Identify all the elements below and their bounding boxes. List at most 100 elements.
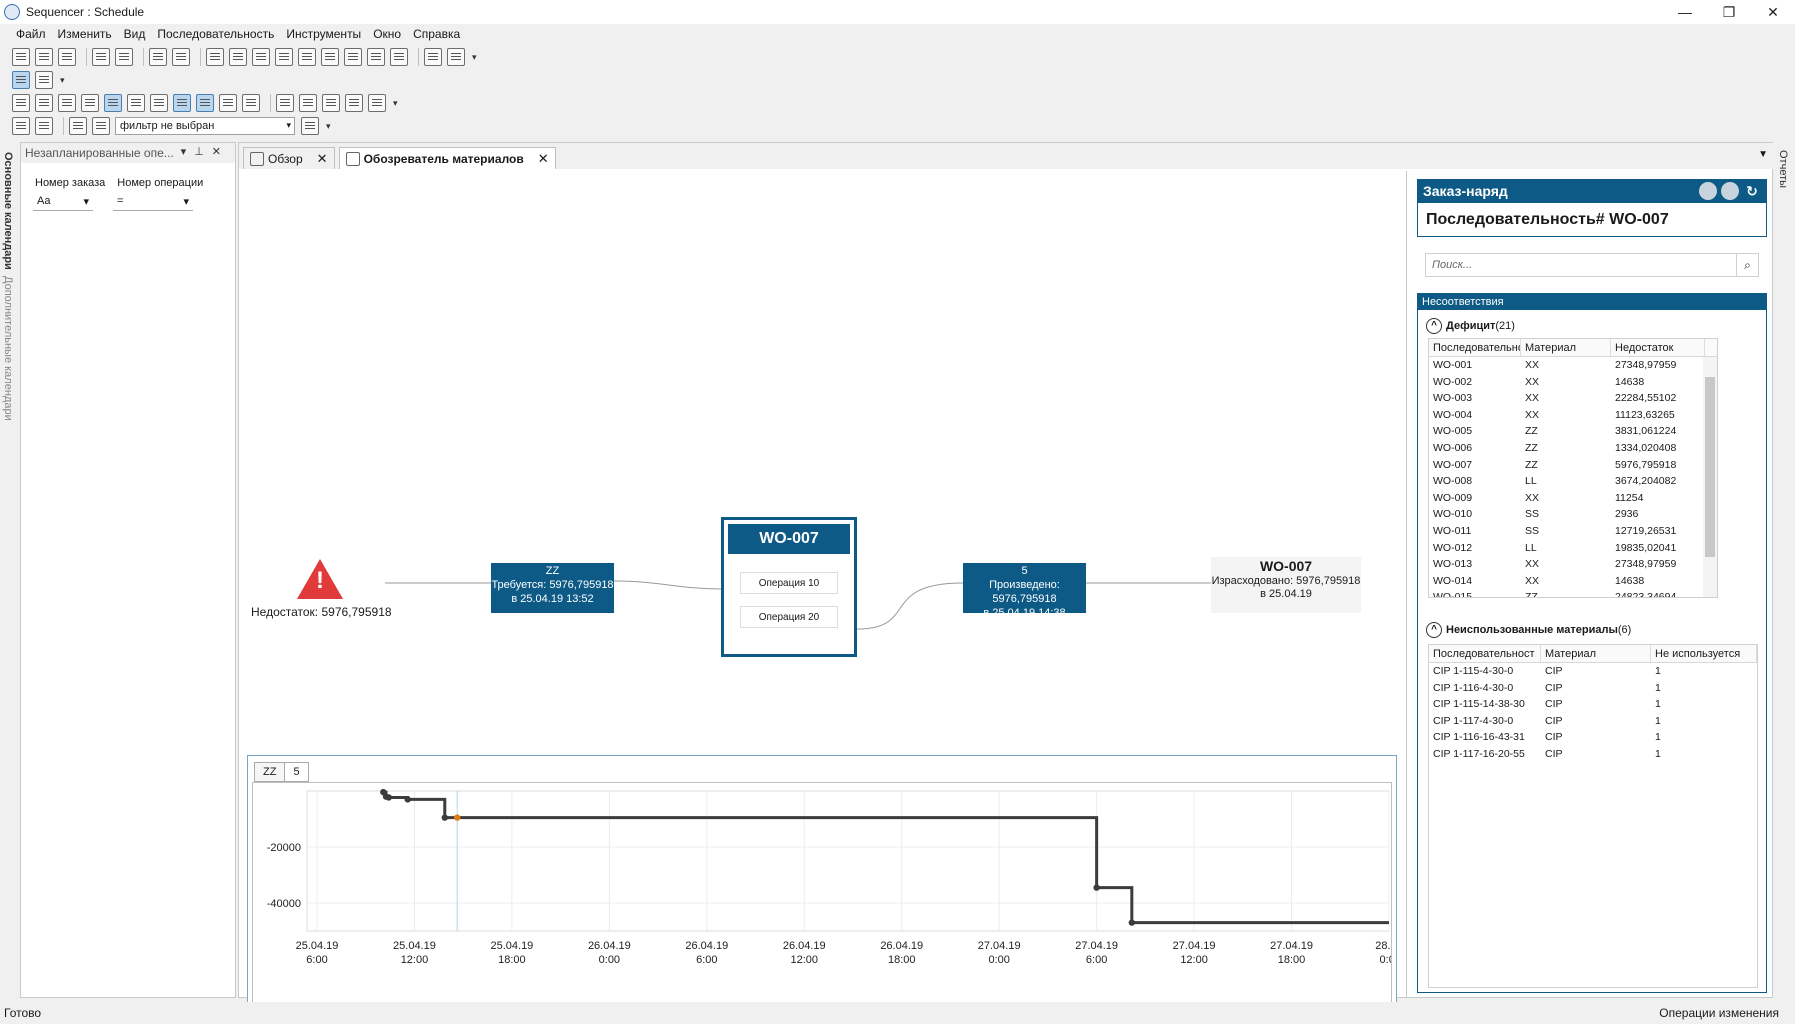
maximize-button[interactable]: ❐ — [1707, 0, 1751, 24]
column-header[interactable]: Последовательност — [1429, 645, 1541, 662]
filter-edit-icon[interactable] — [92, 117, 110, 135]
cube-icon[interactable] — [345, 94, 363, 112]
save-icon[interactable] — [58, 48, 76, 66]
nav-forward-icon[interactable] — [1721, 182, 1739, 200]
column-order-number[interactable]: Номер заказа — [35, 177, 105, 189]
highlight-icon[interactable] — [104, 94, 122, 112]
menu-tools[interactable]: Инструменты — [286, 27, 361, 41]
calendar-view-icon[interactable] — [81, 94, 99, 112]
view-line-icon[interactable] — [298, 48, 316, 66]
table-row[interactable]: CIP 1-115-4-30-0 CIP 1 — [1429, 663, 1757, 680]
open-icon[interactable] — [12, 48, 30, 66]
grid-view-icon[interactable] — [12, 71, 30, 89]
consumption-node[interactable]: WO-007 Израсходовано: 5976,795918 в 25.0… — [1211, 557, 1361, 613]
refresh-icon[interactable]: ↻ — [1743, 182, 1761, 200]
check-icon[interactable] — [115, 48, 133, 66]
globe-icon[interactable] — [322, 94, 340, 112]
list-view-icon[interactable] — [35, 71, 53, 89]
table-row[interactable]: WO-001 XX 27348,97959 — [1429, 357, 1717, 374]
minimize-button[interactable]: — — [1663, 0, 1707, 24]
table-row[interactable]: WO-012 LL 19835,02041 — [1429, 540, 1717, 557]
toolbar-overflow-icon[interactable]: ▾ — [326, 121, 331, 132]
table-row[interactable]: CIP 1-117-4-30-0 CIP 1 — [1429, 713, 1757, 730]
deficit-group-header[interactable]: ^ Дефицит (21) — [1426, 316, 1762, 336]
column-header[interactable]: Материал — [1521, 339, 1611, 356]
menu-sequence[interactable]: Последовательность — [157, 27, 274, 41]
schedule-dropdown-icon[interactable] — [35, 94, 53, 112]
table-row[interactable]: WO-002 XX 14638 — [1429, 374, 1717, 391]
column-header[interactable]: Последовательнос — [1429, 339, 1521, 356]
menu-edit[interactable]: Изменить — [58, 27, 112, 41]
print-icon[interactable] — [92, 48, 110, 66]
approve-icon[interactable] — [276, 94, 294, 112]
close-window-button[interactable]: ✕ — [1751, 0, 1795, 24]
table-row[interactable]: WO-003 XX 22284,55102 — [1429, 390, 1717, 407]
chart-tab-zz[interactable]: ZZ — [254, 762, 286, 782]
help-icon[interactable] — [447, 48, 465, 66]
auto-schedule-icon[interactable] — [127, 94, 145, 112]
table-row[interactable]: WO-005 ZZ 3831,061224 — [1429, 423, 1717, 440]
group-icon[interactable] — [196, 94, 214, 112]
demand-node[interactable]: ZZ Требуется: 5976,795918 в 25.04.19 13:… — [491, 563, 614, 613]
scrollbar[interactable] — [1703, 357, 1717, 597]
filter-icon[interactable] — [69, 117, 87, 135]
bar-chart-icon[interactable] — [368, 94, 386, 112]
order-filter[interactable]: Aa ▾ — [33, 195, 93, 211]
export-icon[interactable] — [35, 48, 53, 66]
filter-select[interactable]: фильтр не выбран ▾ — [115, 117, 295, 135]
infinity-icon[interactable] — [242, 94, 260, 112]
table-row[interactable]: WO-014 XX 14638 — [1429, 573, 1717, 590]
vtab-extra-calendars[interactable]: Дополнительные календари — [2, 276, 14, 421]
link-icon[interactable] — [173, 94, 191, 112]
view-table-icon[interactable] — [229, 48, 247, 66]
tab-overview[interactable]: Обзор ✕ — [243, 147, 335, 169]
chart-tab-5[interactable]: 5 — [284, 762, 309, 782]
column-operation-number[interactable]: Номер операции — [117, 177, 203, 189]
table-row[interactable]: CIP 1-116-16-43-31 CIP 1 — [1429, 729, 1757, 746]
table-row[interactable]: WO-008 LL 3674,204082 — [1429, 473, 1717, 490]
tab-material-explorer[interactable]: Обозреватель материалов ✕ — [338, 147, 556, 169]
table-row[interactable]: CIP 1-117-16-20-55 CIP 1 — [1429, 746, 1757, 763]
filter-clear-icon[interactable] — [301, 117, 319, 135]
panel-controls[interactable]: ▾⊥✕ — [181, 145, 229, 158]
vtab-reports[interactable]: Отчеты — [1777, 150, 1789, 188]
table-row[interactable]: CIP 1-115-14-38-30 CIP 1 — [1429, 696, 1757, 713]
view-clock-icon[interactable] — [321, 48, 339, 66]
menu-file[interactable]: Файл — [16, 27, 46, 41]
nav-back-icon[interactable] — [1699, 182, 1717, 200]
tab-menu-icon[interactable]: ▼ — [1758, 149, 1768, 160]
column-header[interactable]: Не используется — [1651, 645, 1757, 662]
table-row[interactable]: WO-015 ZZ 24823,34694 — [1429, 589, 1717, 597]
collapse-icon[interactable]: ^ — [1426, 318, 1442, 334]
table-row[interactable]: WO-010 SS 2936 — [1429, 506, 1717, 523]
supply-node[interactable]: 5 Произведено: 5976,795918 в 25.04.19 14… — [963, 563, 1086, 619]
table-row[interactable]: WO-011 SS 12719,26531 — [1429, 523, 1717, 540]
view-edit-icon[interactable] — [252, 48, 270, 66]
report-icon[interactable] — [299, 94, 317, 112]
view-chart-icon[interactable] — [275, 48, 293, 66]
view-settings-icon[interactable] — [344, 48, 362, 66]
column-header[interactable]: Материал — [1541, 645, 1651, 662]
layout-icon[interactable] — [12, 117, 30, 135]
table-row[interactable]: WO-006 ZZ 1334,020408 — [1429, 440, 1717, 457]
copy-icon[interactable] — [219, 94, 237, 112]
close-icon[interactable]: ✕ — [317, 151, 328, 167]
vtab-main-calendars[interactable]: Основные календари — [2, 152, 14, 270]
sort-icon[interactable] — [58, 94, 76, 112]
calendar-edit-icon[interactable] — [390, 48, 408, 66]
search-icon[interactable]: ⌕ — [1736, 254, 1758, 276]
settings-icon[interactable] — [150, 94, 168, 112]
column-header[interactable]: Недостаток — [1611, 339, 1705, 356]
menu-window[interactable]: Окно — [373, 27, 401, 41]
table-row[interactable]: WO-009 XX 11254 — [1429, 490, 1717, 507]
table-row[interactable]: WO-004 XX 11123,63265 — [1429, 407, 1717, 424]
view-grid-icon[interactable] — [206, 48, 224, 66]
toolbar-overflow-icon[interactable]: ▾ — [60, 75, 65, 86]
table-row[interactable]: WO-007 ZZ 5976,795918 — [1429, 457, 1717, 474]
toolbar-overflow-icon[interactable]: ▾ — [393, 98, 398, 109]
schedule-icon[interactable] — [12, 94, 30, 112]
toolbar-overflow-icon[interactable]: ▾ — [472, 52, 477, 63]
table-row[interactable]: WO-013 XX 27348,97959 — [1429, 556, 1717, 573]
unused-group-header[interactable]: ^ Неиспользованные материалы (6) — [1426, 620, 1762, 640]
undo-icon[interactable] — [149, 48, 167, 66]
